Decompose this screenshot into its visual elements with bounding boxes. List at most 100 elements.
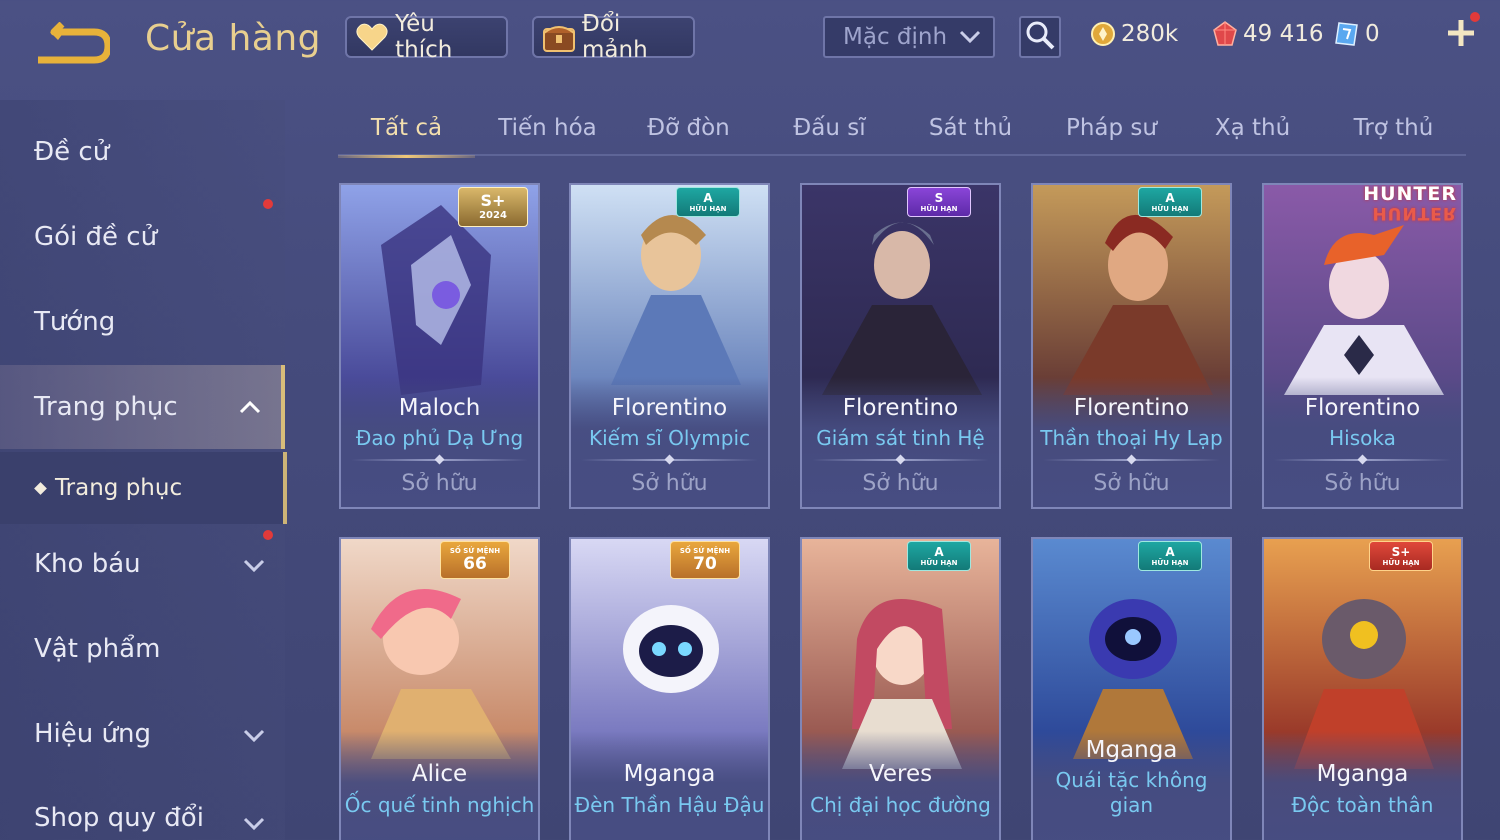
hero-name: Maloch — [398, 395, 481, 421]
sidebar-item-items[interactable]: Vật phẩm — [0, 607, 285, 691]
sidebar-item-label: Đề cử — [34, 137, 110, 167]
hero-name: Alice — [411, 761, 468, 787]
owned-status: Sở hữu — [1324, 471, 1401, 496]
sidebar-item-heroes[interactable]: Tướng — [0, 280, 285, 364]
sort-dropdown[interactable]: Mặc định — [823, 16, 995, 58]
sidebar-subitem-label: Trang phục — [55, 475, 183, 501]
tab-tank[interactable]: Đỡ đòn — [620, 100, 757, 156]
hero-name: Florentino — [1304, 395, 1421, 421]
hero-name: Florentino — [1073, 395, 1190, 421]
tier-badge: S+ HỮU HẠN — [1369, 541, 1433, 571]
tier-badge: S+ 2024 — [458, 187, 528, 227]
sidebar-subitem-skins[interactable]: Trang phục — [0, 452, 287, 524]
tier-badge: A HỮU HẠN — [907, 541, 971, 571]
chevron-down-icon — [243, 811, 265, 833]
skin-name: Độc toàn thân — [1291, 793, 1434, 817]
notification-dot — [1470, 12, 1480, 22]
skin-name: Đao phủ Dạ Ưng — [355, 426, 524, 450]
skin-card[interactable]: A HỮU HẠN Florentino Thần thoại Hy Lạp Sở… — [1031, 183, 1232, 509]
category-tabs: Tất cả Tiến hóa Đỡ đòn Đấu sĩ Sát thủ Ph… — [338, 100, 1466, 158]
notification-dot — [263, 530, 273, 540]
chevron-down-icon — [243, 723, 265, 745]
sidebar-item-skins[interactable]: Trang phục — [0, 365, 285, 449]
skin-card[interactable]: SỐ SỨ MỆNH 66 Alice Ốc quế tinh nghịch — [339, 537, 540, 840]
sidebar-item-label: Kho báu — [34, 549, 141, 579]
owned-status: Sở hữu — [401, 471, 478, 496]
notification-dot — [263, 199, 273, 209]
tier-badge: S HỮU HẠN — [907, 187, 971, 217]
skin-name: Thần thoại Hy Lạp — [1040, 426, 1223, 450]
sidebar-item-label: Gói đề cử — [34, 222, 158, 252]
tab-support[interactable]: Trợ thủ — [1325, 100, 1462, 156]
hero-name: Florentino — [611, 395, 728, 421]
owned-status: Sở hữu — [631, 471, 708, 496]
tier-badge: A HỮU HẠN — [1138, 541, 1202, 571]
exchange-fragments-button[interactable]: Đổi mảnh — [532, 11, 695, 63]
skin-card[interactable]: A HỮU HẠN Mganga Quái tặc không gian — [1031, 537, 1232, 840]
hero-name: Mganga — [1085, 737, 1178, 763]
chevron-down-icon — [959, 24, 981, 50]
tab-mage[interactable]: Pháp sư — [1043, 100, 1180, 156]
chevron-down-icon — [243, 553, 265, 575]
divider — [581, 459, 758, 461]
skin-name: Chị đại học đường — [810, 793, 991, 817]
divider — [1274, 459, 1451, 461]
sidebar-item-treasure[interactable]: Kho báu — [0, 522, 285, 606]
owned-status: Sở hữu — [862, 471, 939, 496]
search-button[interactable] — [1019, 16, 1061, 58]
sidebar-item-recommended[interactable]: Đề cử — [0, 110, 285, 194]
sidebar-item-exchange-shop[interactable]: Shop quy đổi — [0, 777, 285, 840]
tab-all[interactable]: Tất cả — [338, 100, 475, 158]
voucher-ticket-icon — [1334, 21, 1360, 47]
hero-name: Veres — [868, 761, 933, 787]
skin-card[interactable]: HUNTER HUNTER Florentino Hisoka Sở hữu — [1262, 183, 1463, 509]
favorites-button[interactable]: Yêu thích — [345, 11, 508, 63]
bullet-icon — [34, 481, 47, 495]
heart-icon — [355, 21, 389, 53]
skin-name: Đèn Thần Hậu Đậu — [574, 793, 765, 817]
chevron-up-icon — [239, 396, 261, 418]
skin-card[interactable]: A HỮU HẠN Florentino Kiếm sĩ Olympic Sở h… — [569, 183, 770, 509]
skin-name: Quái tặc không gian — [1055, 768, 1208, 817]
tab-evolution[interactable]: Tiến hóa — [479, 100, 616, 156]
sidebar-item-label: Vật phẩm — [34, 634, 161, 664]
tier-badge: A HỮU HẠN — [1138, 187, 1202, 217]
sidebar-item-effects[interactable]: Hiệu ứng — [0, 692, 285, 776]
hero-name: Florentino — [842, 395, 959, 421]
tab-marksman[interactable]: Xạ thủ — [1184, 100, 1321, 156]
tab-assassin[interactable]: Sát thủ — [902, 100, 1039, 156]
sidebar-item-label: Trang phục — [34, 392, 178, 422]
skin-name: Hisoka — [1329, 426, 1396, 450]
gold-balance: 280k — [1090, 18, 1178, 50]
sidebar-item-label: Hiệu ứng — [34, 719, 151, 749]
skin-card[interactable]: S+ 2024 Maloch Đao phủ Dạ Ưng Sở hữu — [339, 183, 540, 509]
treasure-chest-icon — [542, 21, 576, 53]
sidebar-item-label: Shop quy đổi — [34, 803, 204, 833]
search-icon — [1025, 20, 1055, 54]
divider — [351, 459, 528, 461]
hunter-logo: HUNTER HUNTER — [1363, 183, 1457, 223]
sidebar-item-recommended-packs[interactable]: Gói đề cử — [0, 195, 285, 279]
tier-badge: A HỮU HẠN — [676, 187, 740, 217]
divider — [1043, 459, 1220, 461]
gem-balance: 49 416 — [1212, 18, 1323, 50]
skin-name: Giám sát tinh Hệ — [816, 426, 985, 450]
skin-card[interactable]: S HỮU HẠN Florentino Giám sát tinh Hệ Sở … — [800, 183, 1001, 509]
skin-card[interactable]: A HỮU HẠN Veres Chị đại học đường — [800, 537, 1001, 840]
back-arrow-icon[interactable] — [36, 21, 112, 64]
tab-fighter[interactable]: Đấu sĩ — [761, 100, 898, 156]
skin-card[interactable]: SỐ SỨ MỆNH 70 Mganga Đèn Thần Hậu Đậu — [569, 537, 770, 840]
voucher-amount: 0 — [1365, 21, 1380, 47]
add-currency-button[interactable] — [1444, 12, 1480, 50]
sidebar-item-label: Tướng — [34, 307, 116, 337]
gold-coin-icon — [1090, 21, 1116, 47]
owned-status: Sở hữu — [1093, 471, 1170, 496]
gold-amount: 280k — [1121, 21, 1179, 47]
mission-number-badge: SỐ SỨ MỆNH 70 — [670, 541, 740, 579]
favorites-label: Yêu thích — [395, 11, 453, 63]
sidebar: Đề cử Gói đề cử Tướng Trang phục Trang p… — [0, 100, 287, 840]
skin-card[interactable]: S+ HỮU HẠN Mganga Độc toàn thân — [1262, 537, 1463, 840]
gem-amount: 49 416 — [1243, 21, 1324, 47]
exchange-label: Đổi mảnh — [582, 11, 648, 63]
hero-name: Mganga — [1316, 761, 1409, 787]
